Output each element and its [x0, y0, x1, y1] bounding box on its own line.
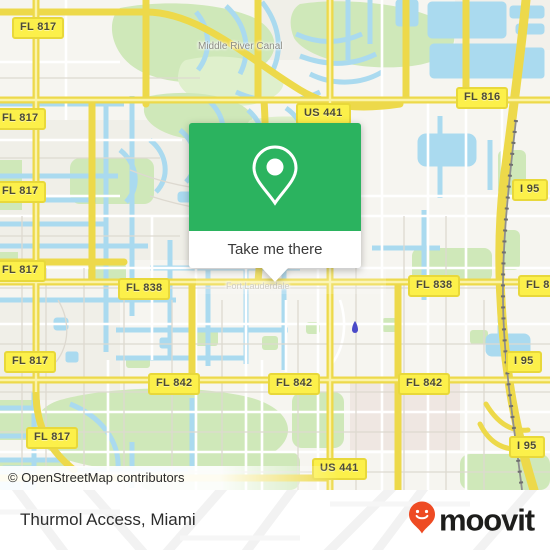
highway-shield[interactable]: I 95 — [506, 351, 542, 373]
highway-shield[interactable]: FL 817 — [26, 427, 79, 449]
highway-shield[interactable]: I 95 — [512, 179, 548, 201]
footer-bar: Thurmol Access, Miami moovit — [0, 490, 550, 550]
map-pin-icon — [251, 144, 299, 211]
callout-tail — [261, 267, 289, 282]
page-title: Thurmol Access, Miami — [20, 510, 196, 529]
moovit-brand[interactable]: moovit — [408, 501, 535, 540]
highway-shield[interactable]: FL 816 — [456, 87, 509, 109]
callout-icon-panel — [189, 123, 361, 231]
highway-shield[interactable]: FL 842 — [148, 373, 201, 395]
map-label-middle-river-canal: Middle River Canal — [198, 41, 283, 52]
highway-shield[interactable]: US 441 — [296, 103, 351, 125]
map-label-fort-lauderdale: Fort Lauderdale — [226, 281, 290, 291]
highway-shield[interactable]: FL 838 — [118, 278, 171, 300]
moovit-station-card: FL 817 FL 817 FL 817 FL 817 FL 817 FL 81… — [0, 0, 550, 550]
highway-shield[interactable]: FL 838 — [518, 275, 550, 297]
highway-shield[interactable]: FL 817 — [0, 108, 47, 130]
highway-shield[interactable]: FL 842 — [398, 373, 451, 395]
moovit-pin-icon — [408, 501, 436, 540]
highway-shield[interactable]: FL 838 — [408, 275, 461, 297]
highway-shield[interactable]: FL 817 — [12, 17, 65, 39]
highway-shield[interactable]: I 95 — [509, 436, 545, 458]
highway-shield[interactable]: FL 817 — [0, 260, 47, 282]
highway-shield[interactable]: FL 817 — [0, 181, 47, 203]
take-me-there-label: Take me there — [227, 241, 323, 258]
moovit-wordmark: moovit — [438, 502, 535, 538]
map-attribution[interactable]: © OpenStreetMap contributors — [0, 466, 550, 490]
highway-shield[interactable]: FL 842 — [268, 373, 321, 395]
highway-shield[interactable]: FL 817 — [4, 351, 57, 373]
take-me-there-callout[interactable]: Take me there — [189, 123, 361, 282]
take-me-there-button[interactable]: Take me there — [189, 231, 361, 268]
